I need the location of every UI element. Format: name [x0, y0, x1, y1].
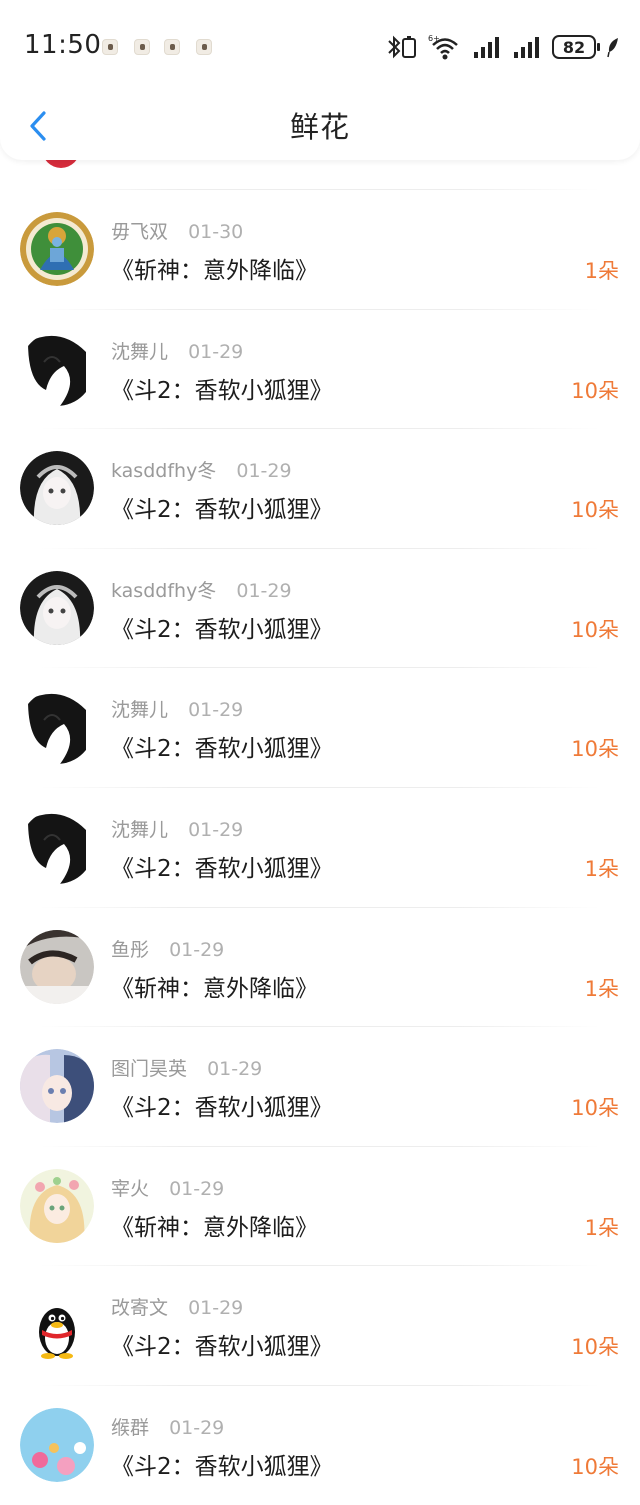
record-date: 01-29 [169, 938, 225, 961]
record-meta: 沈舞儿 01-29 [111, 337, 243, 364]
record-meta: 鱼彤 01-29 [111, 935, 224, 962]
user-name[interactable]: 图门昊英 [111, 1058, 187, 1080]
user-name[interactable]: kasddfhy冬 [111, 460, 216, 482]
user-name[interactable]: 改寄文 [111, 1297, 168, 1319]
flower-count: 10朵 [571, 1335, 619, 1360]
avatar[interactable] [20, 451, 94, 526]
battery-level: 82 [552, 35, 600, 59]
book-title[interactable]: 《斩神：意外降临》 [111, 1208, 318, 1242]
book-title[interactable]: 《斗2：香软小狐狸》 [111, 849, 333, 883]
book-title[interactable]: 《斗2：香软小狐狸》 [111, 1447, 333, 1481]
record-row[interactable]: 毋飞双 01-30 《斩神：意外降临》 1朵 [0, 189, 640, 309]
record-row[interactable]: 沈舞儿 01-29 《斗2：香软小狐狸》 10朵 [0, 667, 640, 787]
user-name[interactable]: kasddfhy冬 [111, 580, 216, 602]
book-title[interactable]: 《斗2：香软小狐狸》 [111, 729, 333, 763]
record-meta: 改寄文 01-29 [111, 1293, 243, 1320]
wifi-icon: 6+ [428, 34, 458, 60]
record-row[interactable]: kasddfhy冬 01-29 《斗2：香软小狐狸》 10朵 [0, 547, 640, 668]
record-date: 01-29 [188, 340, 244, 363]
leaf-icon [607, 38, 618, 58]
bluetooth-battery-icon [388, 35, 416, 59]
book-title[interactable]: 《斗2：香软小狐狸》 [111, 1088, 333, 1122]
user-name[interactable]: 毋飞双 [111, 221, 168, 243]
record-row[interactable]: 改寄文 01-29 《斗2：香软小狐狸》 10朵 [0, 1265, 640, 1385]
flower-count: 10朵 [571, 1096, 619, 1121]
record-row[interactable]: 鱼彤 01-29 《斩神：意外降临》 1朵 [0, 906, 640, 1027]
app-header: 11:50 6+ 82 鲜花 [0, 0, 640, 160]
status-bar: 11:50 6+ 82 [0, 0, 640, 96]
flower-count: 1朵 [584, 976, 619, 1001]
record-row[interactable]: 沈舞儿 01-29 《斗2：香软小狐狸》 1朵 [0, 786, 640, 907]
avatar[interactable] [20, 331, 94, 406]
flower-count: 10朵 [571, 617, 619, 642]
avatar[interactable] [20, 570, 94, 645]
record-date: 01-29 [188, 699, 244, 722]
avatar[interactable] [20, 1049, 94, 1124]
flower-count: 1朵 [584, 856, 619, 881]
user-name[interactable]: 沈舞儿 [111, 819, 168, 841]
avatar[interactable] [20, 1168, 94, 1243]
record-meta: 毋飞双 01-30 [111, 217, 243, 244]
user-name[interactable]: 沈舞儿 [111, 341, 168, 363]
book-title[interactable]: 《斗2：香软小狐狸》 [111, 610, 333, 644]
book-title[interactable]: 《斗2：香软小狐狸》 [111, 1327, 333, 1361]
record-date: 01-29 [236, 579, 292, 602]
user-name[interactable]: 鱼彤 [111, 939, 149, 961]
record-date: 01-29 [169, 1416, 225, 1439]
avatar[interactable] [20, 690, 94, 765]
flower-count: 10朵 [571, 1454, 619, 1479]
record-meta: 宰火 01-29 [111, 1174, 224, 1201]
book-title[interactable]: 《斗2：香软小狐狸》 [111, 490, 333, 524]
record-date: 01-29 [236, 460, 292, 483]
record-meta: 图门昊英 01-29 [111, 1054, 262, 1081]
record-date: 01-29 [169, 1177, 225, 1200]
notification-icon [164, 39, 180, 55]
book-title[interactable]: 《斩神：意外降临》 [111, 969, 318, 1003]
user-name[interactable]: 宰火 [111, 1178, 149, 1200]
signal-icon [514, 37, 539, 58]
status-icons: 6+ 82 [386, 32, 620, 62]
avatar[interactable] [20, 1288, 94, 1363]
signal-icon [474, 37, 499, 58]
flower-count: 10朵 [571, 378, 619, 403]
record-date: 01-29 [188, 1297, 244, 1320]
book-title[interactable]: 《斩神：意外降临》 [111, 251, 318, 285]
user-name[interactable]: 沈舞儿 [111, 699, 168, 721]
flower-count: 10朵 [571, 498, 619, 523]
notification-icon [196, 39, 212, 55]
avatar[interactable] [20, 809, 94, 884]
book-title[interactable]: 《斗2：香软小狐狸》 [111, 371, 333, 405]
record-meta: kasddfhy冬 01-29 [111, 576, 292, 603]
record-date: 01-30 [188, 221, 244, 243]
record-row[interactable]: 宰火 01-29 《斩神：意外降临》 1朵 [0, 1145, 640, 1266]
record-row[interactable]: kasddfhy冬 01-29 《斗2：香软小狐狸》 10朵 [0, 428, 640, 548]
record-meta: kasddfhy冬 01-29 [111, 456, 292, 483]
record-row[interactable]: 图门昊英 01-29 《斗2：香软小狐狸》 10朵 [0, 1026, 640, 1146]
notification-icon [134, 39, 150, 55]
user-name[interactable]: 缑群 [111, 1417, 149, 1439]
record-date: 01-29 [188, 818, 244, 841]
flower-count: 1朵 [584, 1215, 619, 1240]
avatar[interactable] [20, 212, 94, 286]
record-row[interactable]: 沈舞儿 01-29 《斗2：香软小狐狸》 10朵 [0, 308, 640, 429]
record-row[interactable]: 缑群 01-29 《斗2：香软小狐狸》 10朵 [0, 1384, 640, 1505]
record-meta: 沈舞儿 01-29 [111, 695, 243, 722]
page-title: 鲜花 [289, 110, 350, 144]
flower-record-list: 毋飞双 01-30 《斩神：意外降临》 1朵 沈舞儿 01-29 《斗2：香软小… [0, 189, 640, 1505]
record-date: 01-29 [207, 1058, 263, 1081]
flower-count: 10朵 [571, 737, 619, 762]
status-time: 11:50 [24, 30, 102, 60]
record-meta: 沈舞儿 01-29 [111, 815, 243, 842]
flower-count: 1朵 [584, 259, 619, 283]
avatar[interactable] [20, 929, 94, 1004]
avatar[interactable] [20, 1407, 94, 1482]
nav-bar: 鲜花 [0, 96, 640, 156]
notification-icon [102, 39, 118, 55]
record-meta: 缑群 01-29 [111, 1413, 224, 1440]
